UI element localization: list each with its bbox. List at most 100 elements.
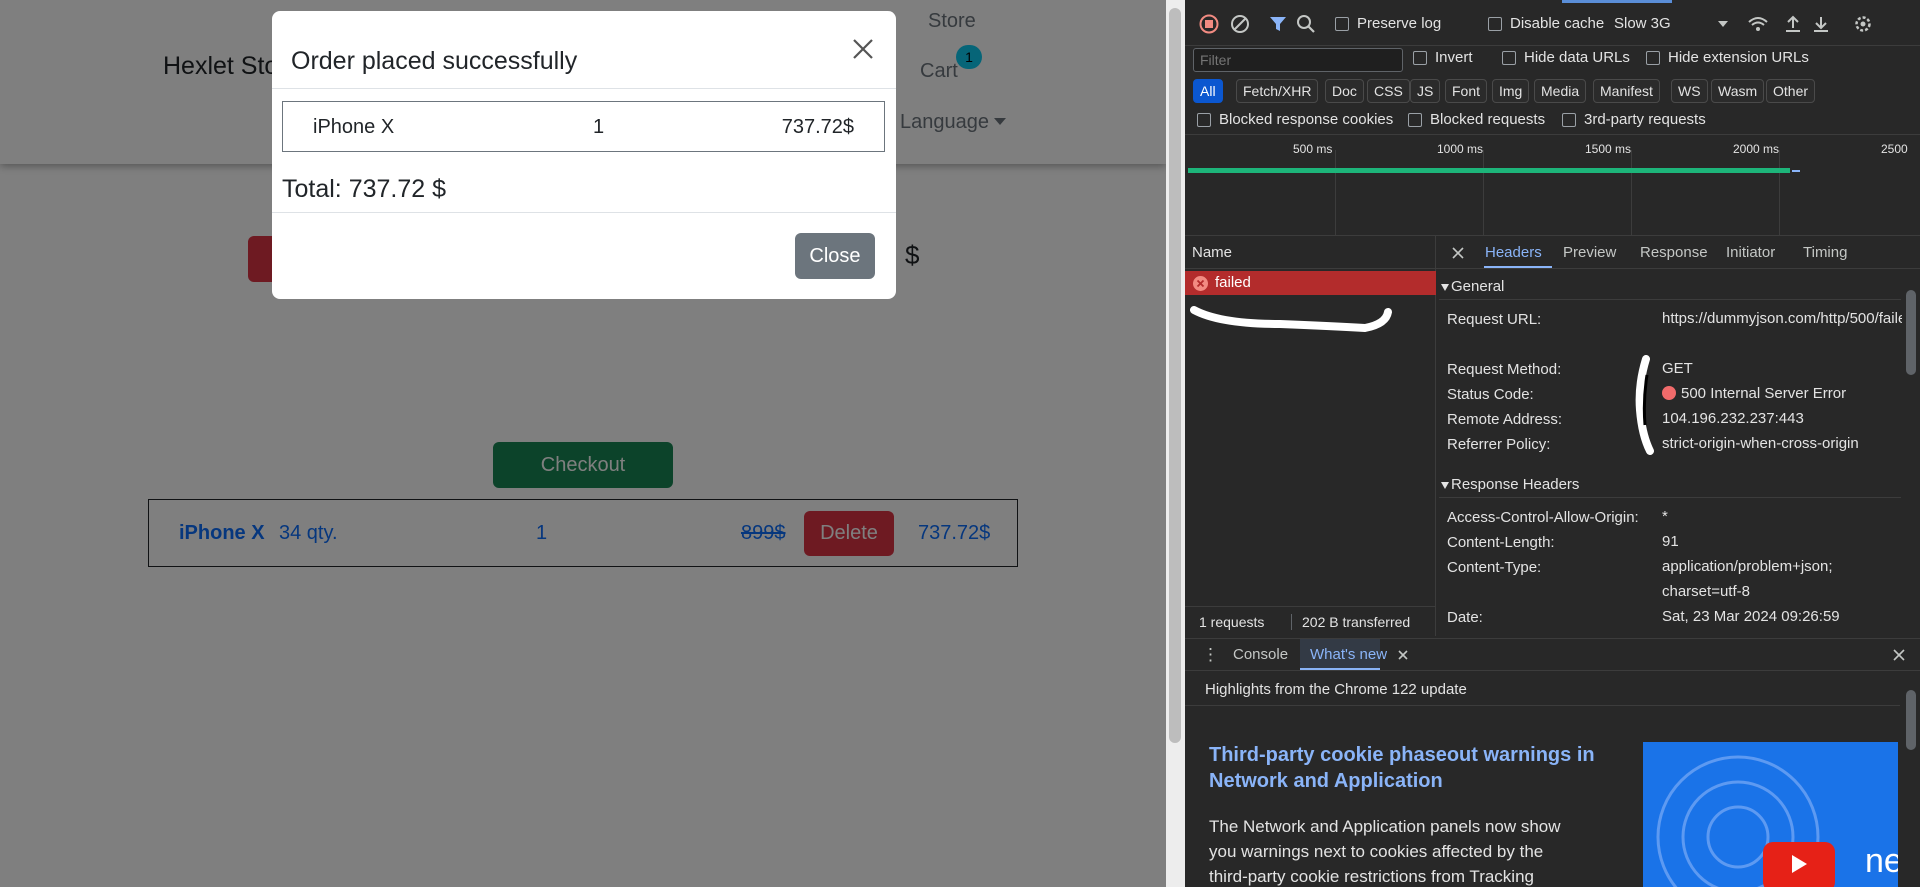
blocked-cookies-label: Blocked response cookies <box>1219 111 1394 128</box>
modal-close-button[interactable]: Close <box>795 233 875 279</box>
record-stop-icon[interactable] <box>1198 13 1220 35</box>
blocked-requests-checkbox[interactable] <box>1408 113 1422 127</box>
third-party-checkbox[interactable] <box>1562 113 1576 127</box>
content-type-key: Content-Type: <box>1447 559 1542 576</box>
general-section-title: General <box>1451 278 1505 295</box>
blocked-cookies-checkbox[interactable] <box>1197 113 1211 127</box>
filter-input[interactable] <box>1193 48 1403 72</box>
preserve-log-label: Preserve log <box>1357 15 1442 32</box>
third-party-label: 3rd-party requests <box>1584 111 1706 128</box>
acao-key: Access-Control-Allow-Origin: <box>1447 509 1639 526</box>
drawer-tab-whats-new[interactable]: What's new <box>1310 646 1387 663</box>
redaction-scribble-vertical <box>1635 355 1654 455</box>
type-filter-ws[interactable]: WS <box>1671 79 1708 103</box>
search-icon[interactable] <box>1295 13 1317 35</box>
disable-cache-checkbox[interactable] <box>1488 17 1502 31</box>
hide-extension-urls-label: Hide extension URLs <box>1668 49 1809 66</box>
page-scrollbar-thumb[interactable] <box>1169 8 1181 743</box>
timeline-gridline <box>1779 150 1780 236</box>
type-filter-fetch-xhr[interactable]: Fetch/XHR <box>1236 79 1319 103</box>
type-filter-other[interactable]: Other <box>1766 79 1816 103</box>
close-icon[interactable] <box>848 34 878 64</box>
type-filter-media[interactable]: Media <box>1534 79 1587 103</box>
tab-headers[interactable]: Headers <box>1485 244 1542 261</box>
close-tab-icon[interactable] <box>1396 648 1410 662</box>
modal-footer-divider <box>272 212 896 213</box>
timeline-tick: 2000 ms <box>1733 142 1780 156</box>
remote-address-value: 104.196.232.237:443 <box>1662 410 1804 427</box>
tab-response[interactable]: Response <box>1640 244 1708 261</box>
referrer-policy-value: strict-origin-when-cross-origin <box>1662 435 1859 452</box>
request-method-value: GET <box>1662 360 1693 377</box>
timeline-gridline <box>1483 150 1484 236</box>
close-detail-icon[interactable] <box>1451 246 1465 260</box>
drawer-scrollbar-thumb[interactable] <box>1906 690 1916 750</box>
type-filter-img[interactable]: Img <box>1492 79 1530 103</box>
blocked-requests-label: Blocked requests <box>1430 111 1546 128</box>
modal-item-qty: 1 <box>593 116 605 138</box>
date-value: Sat, 23 Mar 2024 09:26:59 <box>1662 608 1840 625</box>
tab-timing[interactable]: Timing <box>1803 244 1847 261</box>
clear-icon[interactable] <box>1229 13 1251 35</box>
modal-header-divider <box>272 88 896 89</box>
whats-new-thumbnail[interactable]: ne <box>1643 742 1898 887</box>
modal-order-item: iPhone X 1 737.72$ <box>282 101 885 152</box>
invert-checkbox[interactable] <box>1413 51 1427 65</box>
error-icon <box>1193 276 1208 291</box>
transferred-size: 202 B transferred <box>1291 614 1410 630</box>
timeline-request-bar <box>1188 168 1790 173</box>
type-filter-wasm[interactable]: Wasm <box>1711 79 1765 103</box>
response-headers-section-title: Response Headers <box>1451 476 1580 493</box>
type-filter-all[interactable]: All <box>1193 79 1223 103</box>
request-method-key: Request Method: <box>1447 361 1562 378</box>
modal-item-price: 737.72$ <box>781 116 854 138</box>
request-name[interactable]: failed <box>1215 274 1251 291</box>
disable-cache-label: Disable cache <box>1510 15 1605 32</box>
preserve-log-checkbox[interactable] <box>1335 17 1349 31</box>
type-filter-js[interactable]: JS <box>1410 79 1441 103</box>
request-summary-bar: 1 requests 202 B transferred <box>1185 606 1436 636</box>
type-filter-css[interactable]: CSS <box>1367 79 1410 103</box>
request-count: 1 requests <box>1199 614 1265 630</box>
type-filter-manifest[interactable]: Manifest <box>1593 79 1660 103</box>
request-list <box>1185 236 1436 636</box>
whats-new-article-title[interactable]: Third-party cookie phaseout warnings in … <box>1209 742 1609 794</box>
tab-preview[interactable]: Preview <box>1563 244 1616 261</box>
hide-data-urls-checkbox[interactable] <box>1502 51 1516 65</box>
general-section-header[interactable]: General <box>1439 274 1901 300</box>
acao-value: * <box>1662 508 1668 525</box>
network-conditions-icon[interactable] <box>1747 13 1769 35</box>
active-tab-underline <box>1484 266 1552 268</box>
filter-icon[interactable] <box>1267 13 1289 35</box>
hide-data-urls-label: Hide data URLs <box>1524 49 1630 66</box>
export-har-icon[interactable] <box>1810 13 1832 35</box>
chrome-graphic-icon <box>1656 755 1835 887</box>
referrer-policy-key: Referrer Policy: <box>1447 436 1551 453</box>
dropdown-arrow-icon[interactable] <box>1712 13 1734 35</box>
import-har-icon[interactable] <box>1782 13 1804 35</box>
response-headers-section-header[interactable]: Response Headers <box>1439 472 1901 498</box>
name-column-header[interactable]: Name <box>1185 236 1436 269</box>
request-url-value: https://dummyjson.com/http/500/failed <box>1662 310 1915 327</box>
close-drawer-icon[interactable] <box>1891 647 1907 663</box>
tab-initiator[interactable]: Initiator <box>1726 244 1775 261</box>
drawer-menu-kebab-icon[interactable]: ⋮ <box>1202 645 1219 665</box>
settings-gear-icon[interactable] <box>1852 13 1874 35</box>
collapse-triangle-icon <box>1441 284 1449 291</box>
panel-tab-indicator <box>1562 0 1672 3</box>
timeline-gridline <box>1631 150 1632 236</box>
request-url-key: Request URL: <box>1447 311 1542 328</box>
whats-new-heading: Highlights from the Chrome 122 update <box>1185 672 1900 706</box>
hide-extension-urls-checkbox[interactable] <box>1646 51 1660 65</box>
drawer-tab-console[interactable]: Console <box>1233 646 1288 663</box>
timeline-tick: 2500 <box>1881 142 1908 156</box>
throttling-select[interactable]: Slow 3G <box>1614 15 1671 32</box>
invert-label: Invert <box>1435 49 1473 66</box>
thumbnail-text: ne <box>1865 842 1898 880</box>
content-type-value: application/problem+json; charset=utf-8 <box>1662 558 1833 600</box>
detail-scrollbar-thumb[interactable] <box>1906 290 1916 375</box>
remote-address-key: Remote Address: <box>1447 411 1563 428</box>
status-error-dot-icon <box>1662 386 1676 400</box>
type-filter-doc[interactable]: Doc <box>1325 79 1364 103</box>
type-filter-font[interactable]: Font <box>1445 79 1488 103</box>
